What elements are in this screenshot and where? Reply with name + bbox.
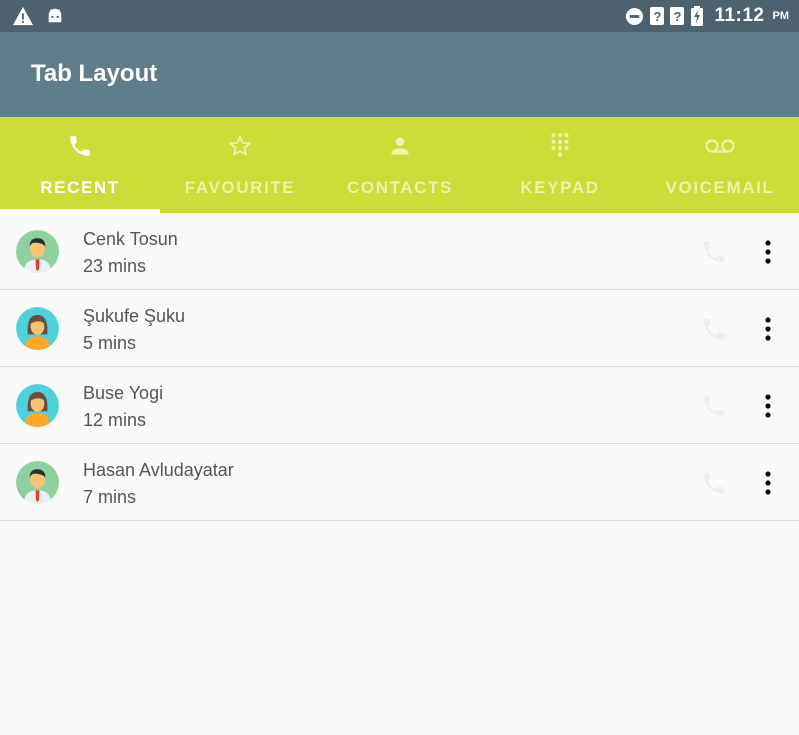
- star-icon: [229, 135, 251, 156]
- battery-charging-icon: [691, 6, 704, 26]
- tab-voicemail[interactable]: VOICEMAIL: [640, 117, 799, 213]
- warning-icon: [13, 6, 33, 26]
- dialpad-icon: [551, 133, 569, 157]
- male-avatar-icon: [16, 461, 59, 504]
- more-options-icon[interactable]: [758, 469, 778, 497]
- tab-keypad-label: KEYPAD: [520, 178, 600, 197]
- contact-name: Buse Yogi: [83, 383, 164, 403]
- tab-voicemail-label: VOICEMAIL: [665, 178, 775, 197]
- tab-contacts-label: CONTACTS: [347, 178, 453, 197]
- recent-calls-list: Cenk Tosun 23 mins Şukufe Şuku 5 mins Bu…: [0, 213, 799, 521]
- tab-recent-label: RECENT: [40, 178, 120, 197]
- contact-name: Cenk Tosun: [83, 229, 178, 249]
- male-avatar-icon: [16, 230, 59, 273]
- app-bar: Tab Layout: [0, 32, 799, 117]
- tab-recent[interactable]: RECENT: [0, 117, 160, 213]
- call-icon[interactable]: [700, 469, 728, 497]
- more-options-icon[interactable]: [758, 315, 778, 343]
- unknown-signal-icon: ?: [650, 7, 665, 25]
- call-icon[interactable]: [700, 238, 728, 266]
- tab-keypad[interactable]: KEYPAD: [480, 117, 640, 213]
- more-options-icon[interactable]: [758, 392, 778, 420]
- tab-contacts[interactable]: CONTACTS: [320, 117, 480, 213]
- android-icon: [48, 8, 62, 23]
- list-item[interactable]: Hasan Avludayatar 7 mins: [0, 444, 799, 521]
- female-avatar-icon: [16, 307, 59, 350]
- female-avatar-icon: [16, 384, 59, 427]
- page-title: Tab Layout: [31, 60, 158, 87]
- call-icon[interactable]: [700, 392, 728, 420]
- call-icon[interactable]: [700, 315, 728, 343]
- call-time: 23 mins: [83, 256, 147, 276]
- do-not-disturb-icon: [626, 7, 644, 25]
- voicemail-icon: [705, 139, 735, 153]
- tab-bar: RECENT FAVOURITE CONTACTS KEYPAD VOICEMA…: [0, 117, 799, 213]
- list-item[interactable]: Buse Yogi 12 mins: [0, 367, 799, 444]
- status-bar: ? ? 11:12 PM: [0, 0, 799, 32]
- clock-ampm: PM: [772, 10, 790, 22]
- list-item[interactable]: Şukufe Şuku 5 mins: [0, 290, 799, 367]
- call-time: 12 mins: [83, 410, 147, 430]
- more-options-icon[interactable]: [758, 238, 778, 266]
- list-item[interactable]: Cenk Tosun 23 mins: [0, 213, 799, 290]
- contact-name: Şukufe Şuku: [83, 306, 186, 326]
- unknown-signal-icon-2: ?: [670, 7, 685, 25]
- phone-icon: [70, 136, 90, 156]
- clock-time: 11:12: [714, 5, 765, 26]
- tab-favourite[interactable]: FAVOURITE: [160, 117, 320, 213]
- contact-name: Hasan Avludayatar: [83, 460, 234, 480]
- call-time: 5 mins: [83, 333, 137, 353]
- person-icon: [391, 137, 409, 155]
- call-time: 7 mins: [83, 487, 137, 507]
- tab-favourite-label: FAVOURITE: [184, 178, 296, 197]
